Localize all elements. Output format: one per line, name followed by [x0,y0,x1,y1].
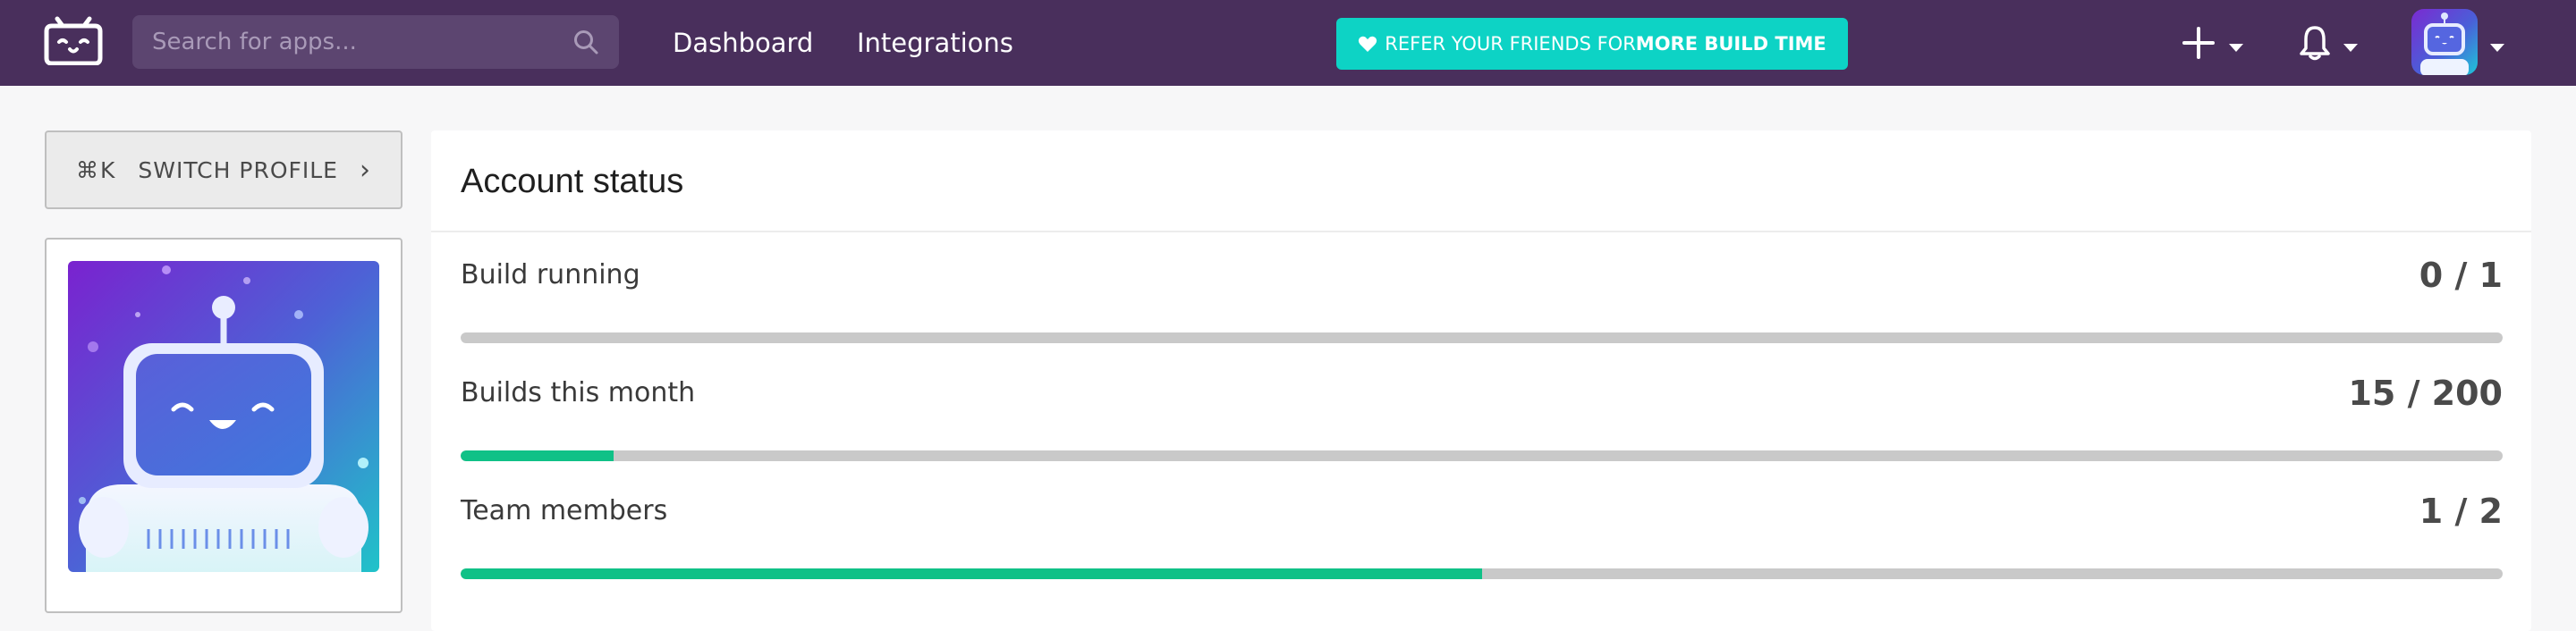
switch-profile-label: SWITCH PROFILE [138,156,338,183]
progress-fill [461,568,1482,579]
nav-link-integrations[interactable]: Integrations [857,25,1013,61]
account-status-panel: Account status Build running 0 / 1 Build… [431,130,2531,631]
stat-value-builds-this-month: 15 / 200 [2348,374,2503,413]
chevron-down-icon[interactable] [2490,39,2504,56]
search-box [132,15,619,69]
search-icon[interactable] [572,29,599,55]
profile-robot-image[interactable] [68,261,379,572]
divider [431,231,2531,232]
nav-link-dashboard[interactable]: Dashboard [673,25,813,61]
refer-text-bold: MORE BUILD TIME [1635,33,1826,55]
stat-label-build-running: Build running [461,259,640,290]
search-input[interactable] [152,15,546,69]
stat-label-team-members: Team members [461,495,668,526]
chevron-right-icon: › [359,154,371,186]
bitrise-logo-icon[interactable] [41,12,106,66]
stat-value-build-running: 0 / 1 [2419,256,2503,295]
bell-icon[interactable] [2299,25,2331,64]
top-navigation-bar: Dashboard Integrations REFER YOUR FRIEND… [0,0,2576,86]
stat-value-team-members: 1 / 2 [2419,492,2503,531]
keyboard-shortcut: ⌘K [76,156,117,183]
switch-profile-button[interactable]: ⌘K SWITCH PROFILE › [45,130,402,209]
refer-friends-button[interactable]: REFER YOUR FRIENDS FOR MORE BUILD TIME [1336,18,1848,70]
progress-fill [461,450,614,461]
progress-bar-team-members [461,568,2503,579]
chevron-down-icon[interactable] [2229,39,2243,56]
stat-label-builds-this-month: Builds this month [461,377,696,408]
user-avatar[interactable] [2411,9,2478,75]
plus-icon[interactable] [2182,27,2215,63]
profile-card [45,238,402,613]
progress-bar-build-running [461,332,2503,343]
progress-bar-builds-this-month [461,450,2503,461]
panel-title: Account status [461,163,684,200]
chevron-down-icon[interactable] [2343,39,2358,56]
refer-text: REFER YOUR FRIENDS FOR [1385,33,1636,55]
heart-icon [1358,35,1377,53]
